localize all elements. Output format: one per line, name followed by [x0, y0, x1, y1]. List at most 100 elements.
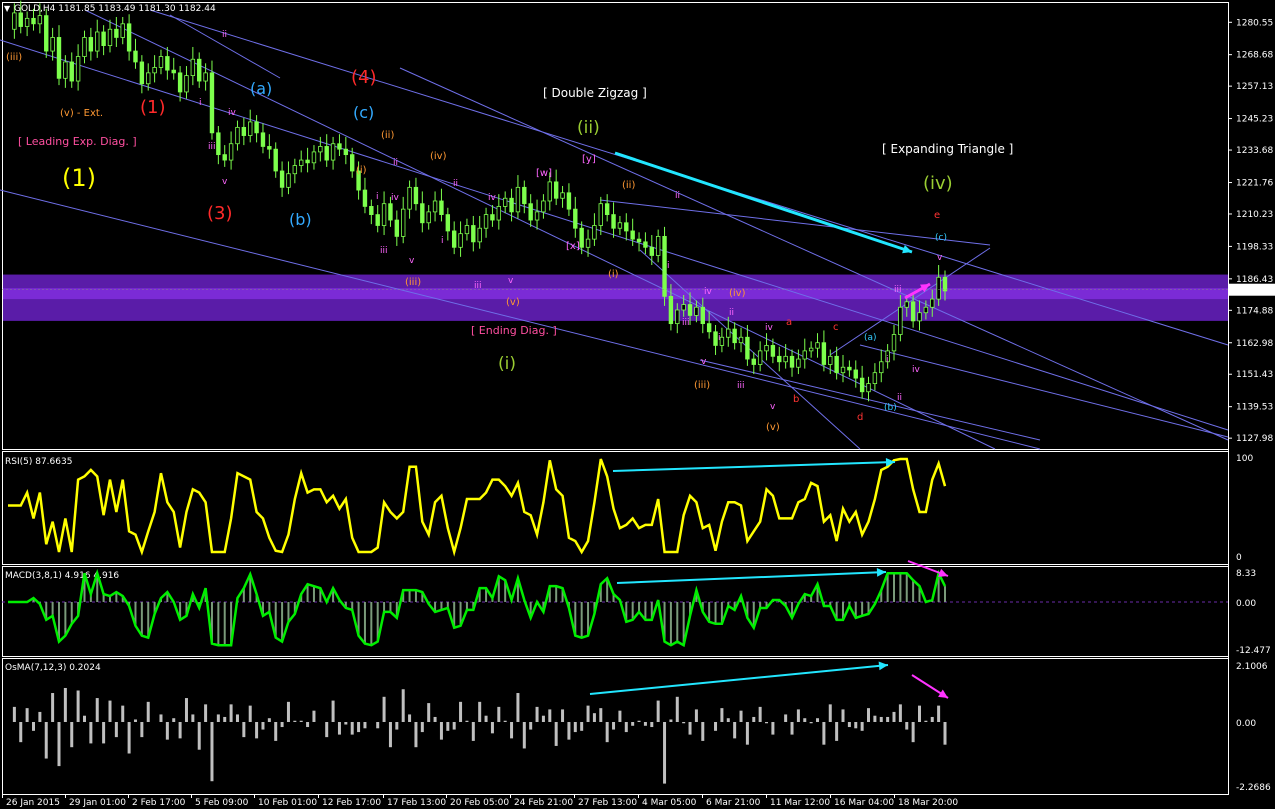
candle-body	[432, 200, 438, 213]
trendline	[399, 67, 1229, 441]
wave-label: (b)	[884, 403, 897, 413]
candle-body	[458, 233, 463, 248]
candle-body	[165, 56, 170, 71]
candle-body	[388, 203, 393, 221]
candle-body	[930, 298, 935, 308]
candle-body	[796, 358, 801, 368]
x-tick-label: 4 Mar 05:00	[642, 798, 697, 808]
wave-label: (v) - Ext.	[60, 108, 103, 119]
wave-label: b	[793, 394, 799, 405]
candle-body	[879, 361, 884, 374]
candle-body	[56, 37, 62, 79]
osma-header: OsMA(7,12,3) 0.2024	[5, 663, 101, 673]
wave-label: [ Double Zigzag ]	[543, 86, 647, 100]
candle-body	[853, 369, 858, 379]
x-tick-label: 2 Feb 17:00	[132, 798, 186, 808]
y-tick-label: 1280.55	[1236, 18, 1273, 28]
candle-body	[299, 159, 304, 166]
candle-body	[171, 69, 176, 74]
candle-body	[95, 31, 100, 52]
wave-sublabel: i	[376, 192, 379, 202]
chart-canvas[interactable]: 1280.55 1268.68 1257.13 1245.23 1233.68 1221.…	[0, 0, 1275, 809]
wave-sublabel: ii	[453, 179, 458, 189]
candle-body	[146, 72, 151, 85]
wave-label: (iv)	[729, 288, 746, 299]
candle-body	[502, 197, 508, 207]
rsi-line	[8, 457, 947, 557]
wave-label: (iii)	[694, 380, 710, 391]
candle-body	[139, 61, 145, 85]
candle-body	[611, 214, 616, 229]
wave-sublabel: iii	[474, 281, 482, 291]
candle-body	[866, 383, 871, 393]
x-tick-label: 29 Jan 01:00	[69, 798, 126, 808]
candle-body	[585, 238, 591, 248]
candle-body	[522, 186, 527, 205]
wave-sublabel: iv	[391, 193, 400, 203]
candle-body	[757, 350, 763, 365]
rsi-tick-label: 100	[1236, 454, 1253, 464]
candle-body	[828, 355, 833, 365]
candle-body	[126, 23, 132, 52]
candle-body	[745, 336, 750, 360]
candle-body	[643, 241, 648, 248]
candle-body	[292, 165, 298, 175]
x-tick-label: 12 Feb 17:00	[322, 798, 381, 808]
candle-body	[451, 230, 457, 248]
trendline	[859, 344, 1229, 438]
candle-body	[235, 126, 240, 145]
candle-body	[802, 350, 807, 360]
y-tick-label: 1257.13	[1236, 82, 1273, 92]
candle-body	[592, 225, 597, 240]
candle-body	[719, 336, 725, 346]
wave-sublabel: i	[718, 333, 721, 343]
candle-body	[324, 146, 329, 161]
candle-body	[362, 189, 368, 207]
candle-body	[394, 219, 400, 237]
wave-sublabel: iii	[682, 318, 690, 328]
wave-sublabel: iv	[704, 287, 713, 297]
wave-sublabel: v	[770, 402, 776, 412]
candle-body	[777, 355, 782, 363]
candle-body	[445, 214, 451, 232]
wave-label: iv	[912, 365, 921, 375]
x-tick-label: 17 Feb 13:00	[387, 798, 446, 808]
candle-body	[681, 304, 686, 311]
candle-body	[815, 342, 820, 349]
wave-label: (c)	[353, 103, 374, 122]
candle-body	[560, 192, 565, 199]
x-tick-label: 20 Feb 05:00	[450, 798, 509, 808]
candle-body	[655, 236, 661, 256]
candle-body	[375, 214, 380, 226]
candle-body	[101, 31, 106, 47]
candles	[12, 0, 948, 402]
wave-label: (1)	[62, 164, 96, 192]
candle-body	[834, 355, 839, 374]
candle-body	[260, 132, 266, 147]
wave-label: (iv)	[430, 151, 447, 162]
candle-body	[821, 342, 827, 365]
wave-label: [ Ending Diag. ]	[471, 324, 557, 337]
y-tick-label: 1245.23	[1236, 115, 1273, 125]
candle-body	[859, 377, 865, 393]
wave-label: ii	[897, 393, 902, 403]
candle-body	[573, 208, 578, 229]
wave-label: (1)	[140, 97, 166, 118]
candle-body	[177, 72, 183, 93]
rsi-tick-label: 0	[1236, 553, 1242, 563]
x-tick-label: 10 Feb 01:00	[258, 798, 317, 808]
candle-body	[541, 200, 546, 213]
candle-body	[267, 146, 272, 150]
y-tick-label: 1210.23	[1236, 210, 1273, 220]
candle-body	[120, 23, 125, 38]
macd-tick-label: 0.00	[1236, 599, 1256, 609]
candle-body	[107, 28, 113, 47]
y-tick-label: 1139.53	[1236, 403, 1273, 413]
wave-label: (a)	[864, 333, 877, 343]
y-tick-label: 1221.76	[1236, 179, 1273, 189]
candle-body	[273, 148, 278, 172]
wave-label: iii	[894, 285, 902, 295]
candle-body	[687, 304, 693, 316]
candle-body	[515, 186, 521, 213]
candle-body	[407, 186, 412, 210]
